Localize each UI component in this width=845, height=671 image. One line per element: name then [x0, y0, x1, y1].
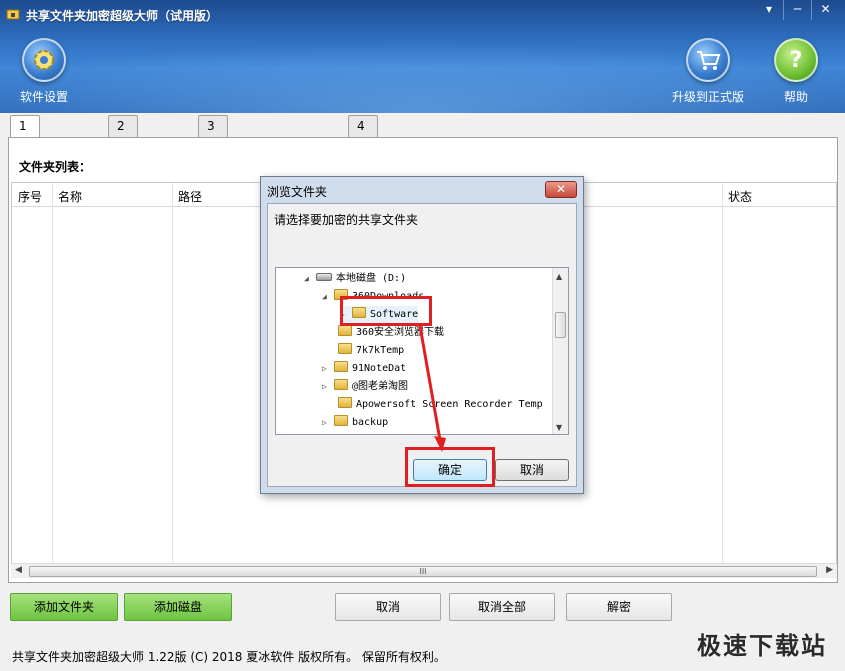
- folder-list-title: 文件夹列表：: [19, 160, 92, 174]
- folder-icon: [338, 397, 352, 408]
- tab-user-permissions[interactable]: 3 普通用户权限设置: [198, 115, 228, 293]
- highlight-box-software: [340, 296, 432, 326]
- highlight-box-ok: [405, 447, 495, 487]
- tree-item-backup[interactable]: ▷ backup: [322, 414, 388, 432]
- upgrade-button[interactable]: 升级到正式版: [672, 38, 744, 105]
- status-bar-text: 共享文件夹加密超级大师 1.22版 (C) 2018 夏冰软件 版权所有。 保留…: [12, 650, 446, 664]
- column-header-path[interactable]: 路径: [178, 188, 202, 205]
- close-button[interactable]: ✕: [811, 0, 839, 20]
- column-divider: [722, 183, 723, 567]
- dialog-title: 浏览文件夹: [267, 185, 328, 199]
- folder-icon: [338, 325, 352, 336]
- scroll-up-icon[interactable]: ▲: [556, 272, 562, 281]
- tree-item-label: 360安全浏览器下载: [356, 327, 445, 338]
- app-icon: [6, 9, 20, 20]
- tab-encrypt-now[interactable]: 4 立即加密: [348, 115, 378, 213]
- expand-icon[interactable]: ◢: [322, 288, 334, 306]
- gear-icon: [22, 38, 66, 82]
- scroll-down-icon[interactable]: ▼: [556, 423, 562, 432]
- tree-item-label: 本地磁盘 (D:): [336, 273, 407, 284]
- column-header-index[interactable]: 序号: [18, 188, 42, 205]
- folder-tree[interactable]: ◢ 本地磁盘 (D:) ◢ 360Downloads ▷ Software 360安全…: [275, 267, 569, 435]
- help-icon: ?: [774, 38, 818, 82]
- horizontal-scrollbar[interactable]: ◀ III ▶: [11, 563, 837, 578]
- tree-item-7k7ktemp[interactable]: 7k7kTemp: [326, 342, 404, 360]
- column-divider: [172, 183, 173, 567]
- folder-icon: [334, 379, 348, 390]
- upgrade-label: 升级到正式版: [672, 90, 745, 104]
- column-header-name[interactable]: 名称: [58, 188, 82, 205]
- window-title: 共享文件夹加密超级大师（试用版）: [26, 9, 219, 23]
- column-divider: [52, 183, 53, 567]
- drive-icon: [316, 273, 332, 281]
- tree-scrollbar-thumb[interactable]: [555, 312, 566, 338]
- scroll-left-icon[interactable]: ◀: [15, 565, 22, 575]
- cancel-all-button[interactable]: 取消全部: [449, 593, 555, 621]
- tree-item-drive-d[interactable]: ◢ 本地磁盘 (D:): [304, 270, 406, 288]
- folder-icon: [334, 361, 348, 372]
- tree-item-label: backup: [352, 417, 389, 428]
- folder-icon: [334, 415, 348, 426]
- expand-icon[interactable]: ◢: [304, 270, 316, 288]
- dialog-cancel-button[interactable]: 取消: [495, 459, 569, 481]
- add-disk-button[interactable]: 添加磁盘: [124, 593, 232, 621]
- tab-select-folder[interactable]: 1 选择文件夹: [10, 115, 40, 233]
- folder-icon: [338, 343, 352, 354]
- minimize-button[interactable]: ─: [783, 0, 811, 20]
- tree-item-tulaodi[interactable]: ▷ @图老弟淘图: [322, 378, 408, 396]
- tree-item-label: 7k7kTemp: [356, 345, 405, 356]
- expand-icon[interactable]: ▷: [322, 414, 334, 432]
- cart-icon: [686, 38, 730, 82]
- help-label: 帮助: [783, 90, 808, 104]
- tab-advanced-options[interactable]: 2 高级选项: [108, 115, 138, 213]
- header-banner: 共享文件夹加密超级大师（试用版） ▾ ─ ✕ 软件设置 升级到正式版 ? 帮助: [0, 0, 845, 113]
- tree-item-label: @图老弟淘图: [352, 381, 409, 392]
- column-header-status[interactable]: 状态: [728, 188, 752, 205]
- scrollbar-thumb[interactable]: III: [29, 566, 817, 577]
- scroll-right-icon[interactable]: ▶: [826, 565, 833, 575]
- tree-item-91notedat[interactable]: ▷ 91NoteDat: [322, 360, 406, 378]
- tree-item-label: Apowersoft Screen Recorder Temp: [356, 399, 543, 410]
- cancel-button[interactable]: 取消: [335, 593, 441, 621]
- help-button[interactable]: ? 帮助: [774, 38, 818, 105]
- tree-vertical-scrollbar[interactable]: ▲ ▼: [552, 268, 568, 434]
- tree-item-apowersoft[interactable]: Apowersoft Screen Recorder Temp: [326, 396, 543, 414]
- expand-icon[interactable]: ▷: [322, 378, 334, 396]
- decrypt-button[interactable]: 解密: [566, 593, 672, 621]
- title-bar: 共享文件夹加密超级大师（试用版） ▾ ─ ✕: [0, 0, 845, 28]
- window-controls: ▾ ─ ✕: [755, 0, 839, 22]
- expand-icon[interactable]: ▷: [322, 360, 334, 378]
- settings-button[interactable]: 软件设置: [20, 38, 68, 105]
- dialog-close-button[interactable]: ✕: [545, 181, 577, 198]
- settings-label: 软件设置: [20, 90, 69, 104]
- add-folder-button[interactable]: 添加文件夹: [10, 593, 118, 621]
- watermark-logo: 极速下载站: [697, 632, 827, 660]
- tree-item-label: 91NoteDat: [352, 363, 407, 374]
- menu-dropdown-button[interactable]: ▾: [755, 0, 783, 20]
- dialog-prompt: 请选择要加密的共享文件夹: [274, 213, 419, 227]
- tree-item-360browser-downloads[interactable]: 360安全浏览器下载: [326, 324, 444, 342]
